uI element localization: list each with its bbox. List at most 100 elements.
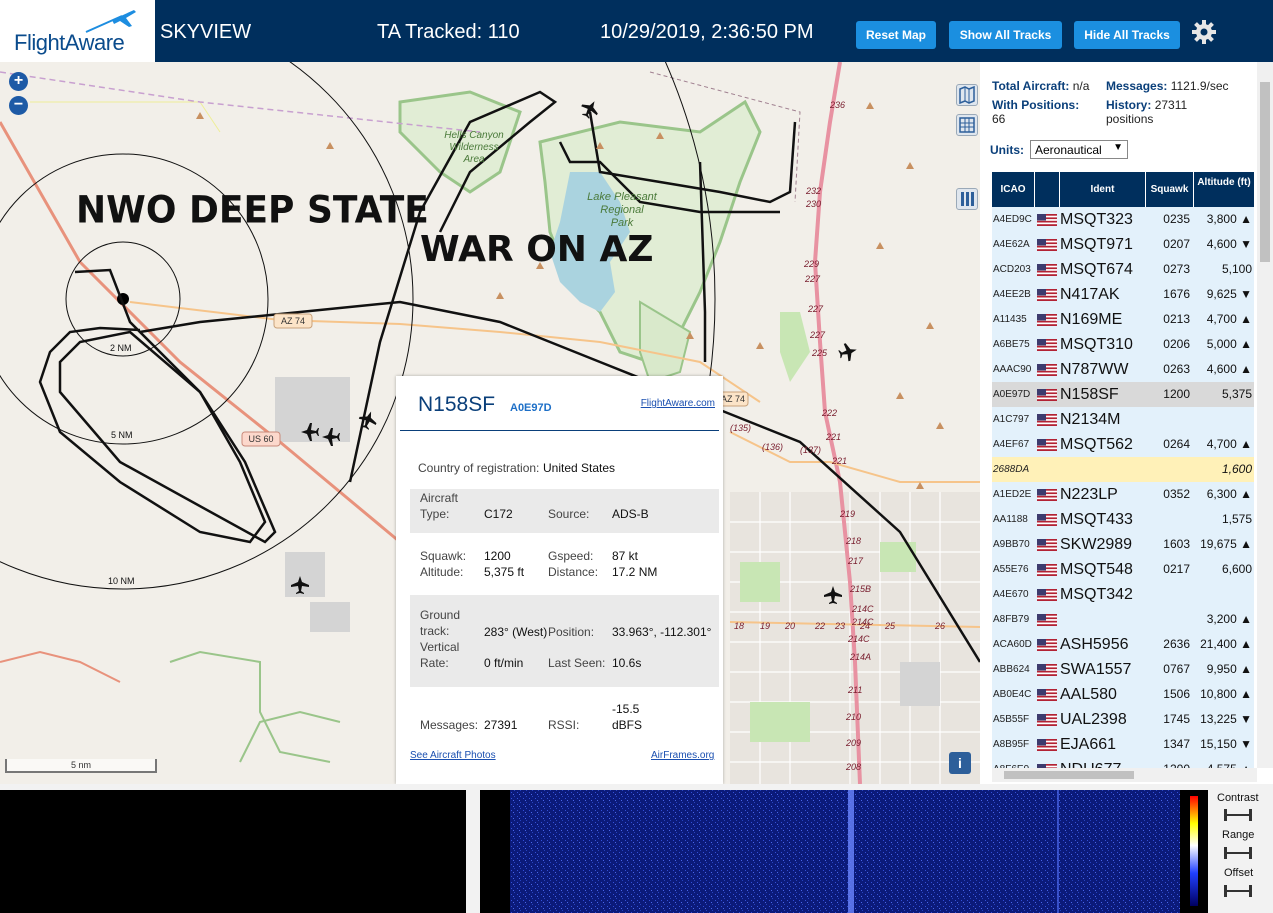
row-squawk: 1347 <box>1163 737 1190 751</box>
reset-map-button[interactable]: Reset Map <box>856 21 936 49</box>
columns-icon[interactable] <box>956 188 978 210</box>
table-row[interactable]: A0E97D N158SF 1200 5,375 <box>992 382 1254 407</box>
row-flag <box>1035 382 1059 407</box>
table-row[interactable]: A4E62A MSQT971 0207 4,600 ▼ <box>992 232 1254 257</box>
column-icao[interactable]: ICAO <box>992 172 1035 207</box>
range-slider[interactable] <box>1222 846 1254 860</box>
table-row[interactable]: ACD203 MSQT674 0273 5,100 <box>992 257 1254 282</box>
vertical-scrollbar[interactable] <box>1257 62 1273 768</box>
row-flag <box>1035 457 1059 482</box>
contrast-slider[interactable] <box>1222 808 1254 822</box>
column-ident[interactable]: Ident <box>1060 172 1146 207</box>
row-ident: SWA1557 <box>1060 661 1132 678</box>
table-row[interactable]: 2688DA 1,600 <box>992 457 1254 482</box>
flightaware-link[interactable]: FlightAware.com <box>641 398 715 409</box>
column-altitude[interactable]: Altitude (ft) <box>1194 172 1254 207</box>
scroll-thumb[interactable] <box>1260 82 1270 262</box>
table-row[interactable]: A55E76 MSQT548 0217 6,600 <box>992 557 1254 582</box>
row-altitude <box>1194 407 1254 432</box>
scroll-thumb[interactable] <box>1004 771 1134 779</box>
svg-text:(135): (135) <box>730 423 751 433</box>
svg-text:Area: Area <box>462 154 485 165</box>
table-row[interactable]: A9BB70 SKW2989 1603 19,675 ▲ <box>992 532 1254 557</box>
horizontal-scrollbar[interactable] <box>992 768 1257 782</box>
row-ident: N158SF <box>1060 386 1119 403</box>
table-row[interactable]: AA1188 MSQT433 1,575 <box>992 507 1254 532</box>
svg-text:2 NM: 2 NM <box>110 343 132 353</box>
table-row[interactable]: A4ED9C MSQT323 0235 3,800 ▲ <box>992 207 1254 232</box>
row-icao: A9BB70 <box>993 539 1030 550</box>
row-squawk: 0273 <box>1163 262 1190 276</box>
hide-all-tracks-button[interactable]: Hide All Tracks <box>1074 21 1180 49</box>
row-flag <box>1035 332 1059 357</box>
see-aircraft-photos-link[interactable]: See Aircraft Photos <box>410 750 496 761</box>
table-row[interactable]: A1ED2E N223LP 0352 6,300 ▲ <box>992 482 1254 507</box>
header-bar: FlightAware SKYVIEW TA Tracked: 110 10/2… <box>0 0 1273 62</box>
table-row[interactable]: AB0E4C AAL580 1506 10,800 ▲ <box>992 682 1254 707</box>
row-icao: A4EE2B <box>993 289 1031 300</box>
svg-text:221: 221 <box>825 432 841 442</box>
table-row[interactable]: A5B55F UAL2398 1745 13,225 ▼ <box>992 707 1254 732</box>
us-flag-icon <box>1037 389 1057 401</box>
table-row[interactable]: A4E670 MSQT342 <box>992 582 1254 607</box>
row-ident: N169ME <box>1060 311 1123 328</box>
history-stat: History: 27311 positions <box>1106 98 1188 126</box>
row-squawk: 0206 <box>1163 337 1190 351</box>
row-icao: A1ED2E <box>993 489 1032 500</box>
spectrum-display <box>0 790 466 913</box>
units-select[interactable]: Aeronautical ▼ <box>1030 140 1128 159</box>
offset-slider[interactable] <box>1222 884 1254 898</box>
table-row[interactable]: ACA60D ASH5956 2636 21,400 ▲ <box>992 632 1254 657</box>
grid-icon[interactable] <box>956 114 978 136</box>
flightaware-logo[interactable]: FlightAware <box>0 0 155 62</box>
table-row[interactable]: A8FB79 3,200 ▲ <box>992 607 1254 632</box>
popup-divider <box>400 430 719 431</box>
column-squawk[interactable]: Squawk <box>1146 172 1194 207</box>
row-flag <box>1035 607 1059 632</box>
svg-text:25: 25 <box>884 621 896 631</box>
row-flag <box>1035 482 1059 507</box>
table-row[interactable]: A4EF67 MSQT562 0264 4,700 ▲ <box>992 432 1254 457</box>
row-altitude: 9,625 ▼ <box>1206 287 1252 301</box>
zoom-in-icon[interactable]: + <box>9 72 28 91</box>
column-flag[interactable] <box>1035 172 1060 207</box>
map-layers-icon[interactable] <box>956 84 978 106</box>
svg-text:211: 211 <box>847 685 862 695</box>
row-altitude: 5,375 <box>1221 387 1252 401</box>
row-icao: A5B55F <box>993 714 1030 725</box>
row-flag <box>1035 732 1059 757</box>
row-flag <box>1035 532 1059 557</box>
row-altitude <box>1194 582 1254 607</box>
row-ident: N417AK <box>1060 286 1120 303</box>
us-flag-icon <box>1037 339 1057 351</box>
gear-icon[interactable] <box>1190 18 1218 46</box>
table-row[interactable]: A1C797 N2134M <box>992 407 1254 432</box>
us-flag-icon <box>1037 314 1057 326</box>
svg-text:20: 20 <box>784 621 795 631</box>
zoom-out-icon[interactable]: − <box>9 96 28 115</box>
show-all-tracks-button[interactable]: Show All Tracks <box>949 21 1062 49</box>
airframes-link[interactable]: AirFrames.org <box>651 750 714 761</box>
table-row[interactable]: A4EE2B N417AK 1676 9,625 ▼ <box>992 282 1254 307</box>
table-row[interactable]: ABB624 SWA1557 0767 9,950 ▲ <box>992 657 1254 682</box>
overlay-text-nwo: NWO DEEP STATE <box>76 188 429 233</box>
row-squawk: 0263 <box>1163 362 1190 376</box>
row-ident: SKW2989 <box>1060 536 1133 553</box>
row-ident: EJA661 <box>1060 736 1117 753</box>
info-icon[interactable]: i <box>949 752 971 774</box>
svg-text:26: 26 <box>934 621 945 631</box>
svg-text:214C: 214C <box>847 634 870 644</box>
row-icao: AB0E4C <box>993 689 1032 700</box>
table-row[interactable]: AAAC90 N787WW 0263 4,600 ▲ <box>992 357 1254 382</box>
scale-bar: 5 nm <box>5 759 157 773</box>
table-row[interactable]: A11435 N169ME 0213 4,700 ▲ <box>992 307 1254 332</box>
table-row[interactable]: A6BE75 MSQT310 0206 5,000 ▲ <box>992 332 1254 357</box>
us-flag-icon <box>1037 439 1057 451</box>
us-flag-icon <box>1037 639 1057 651</box>
row-altitude: 9,950 ▲ <box>1206 662 1252 676</box>
logo-text: FlightAware <box>14 30 125 55</box>
aircraft-type-row: Aircraft Type: C172 Source: ADS-B <box>410 489 719 533</box>
table-row[interactable]: A8B95F EJA661 1347 15,150 ▼ <box>992 732 1254 757</box>
row-icao: AAAC90 <box>993 364 1032 375</box>
squawk-row: Squawk: 1200 Gspeed: 87 kt Altitude: 5,3… <box>420 549 658 579</box>
